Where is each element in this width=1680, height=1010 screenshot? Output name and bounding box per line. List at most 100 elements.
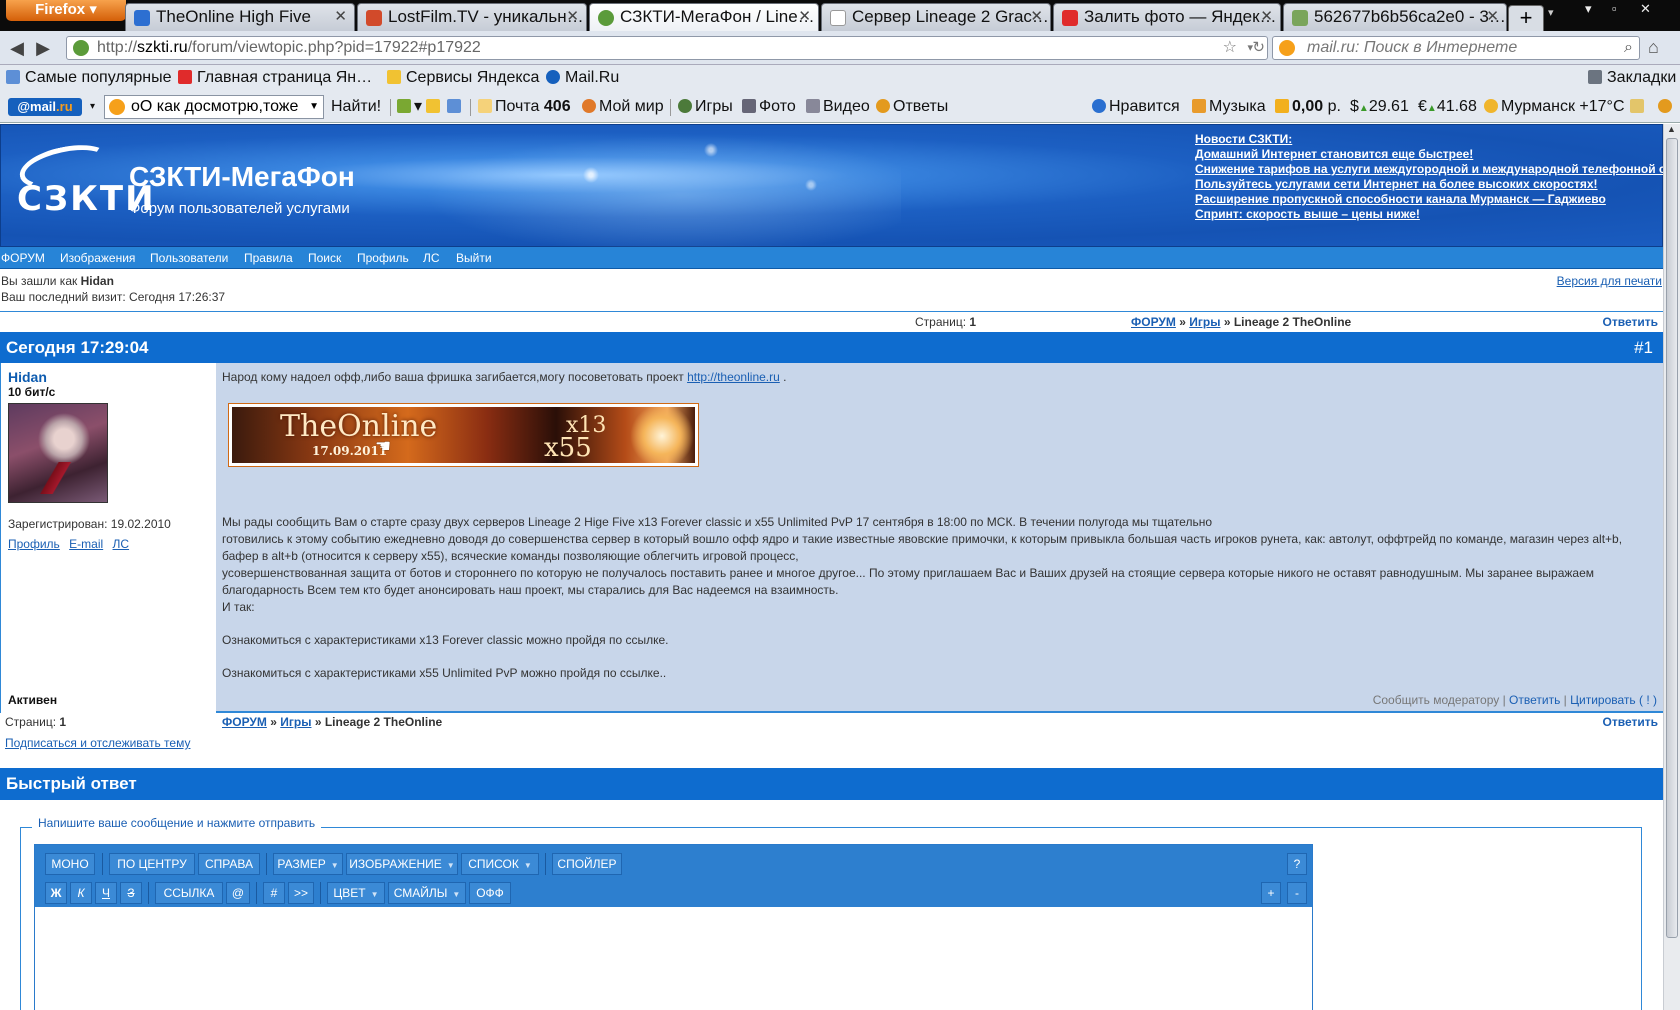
bookmarks-menu[interactable]: Закладки <box>1588 65 1676 91</box>
author-profile-link[interactable]: Профиль <box>8 537 60 551</box>
games-link[interactable]: Игры <box>678 91 733 123</box>
scroll-up-icon[interactable]: ▲ <box>1667 124 1676 134</box>
offtopic-button[interactable]: ОФФ <box>469 882 511 904</box>
subscribe-link[interactable]: Подписаться и отслеживать тему <box>5 736 190 750</box>
close-tab-icon[interactable]: ✕ <box>334 4 347 30</box>
find-button[interactable]: Найти! <box>331 91 381 123</box>
center-button[interactable]: ПО ЦЕНТРУ <box>109 853 195 875</box>
menu-item-users[interactable]: Пользователи <box>150 247 228 269</box>
bookmark-yandex-services[interactable]: Сервисы Яндекса <box>387 65 539 91</box>
firefox-menu-button[interactable]: Firefox ▾ <box>6 0 126 21</box>
news-title[interactable]: Новости СЗКТИ: <box>1195 132 1663 147</box>
breadcrumb-forum[interactable]: ФОРУМ <box>1131 315 1176 329</box>
enlarge-editor-button[interactable]: + <box>1261 882 1281 904</box>
post-external-link[interactable]: http://theonline.ru <box>687 370 780 384</box>
home-icon[interactable]: ⌂ <box>1648 37 1659 58</box>
report-moderator-link[interactable]: Сообщить модератору <box>1373 693 1500 707</box>
strike-button[interactable]: З <box>120 882 142 904</box>
bookmark-popular[interactable]: Самые популярные <box>6 65 171 91</box>
author-email-link[interactable]: E-mail <box>69 537 103 551</box>
minimize-icon[interactable]: ▾ <box>1585 1 1592 17</box>
smileys-dropdown[interactable]: СМАЙЛЫ ▼ <box>388 882 466 904</box>
mailru-menu-chevron-icon[interactable]: ▾ <box>90 91 95 123</box>
breadcrumb-games[interactable]: Игры <box>280 715 311 729</box>
size-dropdown[interactable]: РАЗМЕР ▼ <box>273 853 343 875</box>
restore-icon[interactable]: ▫ <box>1612 1 1617 16</box>
browser-tab-theonline[interactable]: TheOnline High Five ✕ <box>125 3 355 31</box>
back-arrow-icon[interactable]: ◀ <box>6 37 28 59</box>
author-name[interactable]: Hidan <box>8 369 47 385</box>
highlight-icon[interactable]: ▾ <box>397 91 422 123</box>
map-icon[interactable] <box>1630 91 1647 123</box>
help-button[interactable]: ? <box>1287 853 1307 875</box>
mailru-search-input[interactable]: оО как досмотрю,тоже ▼ <box>104 95 324 119</box>
email-tag-button[interactable]: @ <box>226 882 250 904</box>
promo-banner-image[interactable]: TheOnline 17.09.2011 x13 x55 <box>228 403 699 467</box>
search-magnifier-icon[interactable]: ⌕ <box>1624 37 1633 59</box>
page-scrollbar[interactable]: ▲ <box>1663 124 1680 1010</box>
reply-link-bottom[interactable]: Ответить <box>1603 715 1658 729</box>
likes-link[interactable]: Нравится <box>1092 91 1180 123</box>
mailru-search-dropdown-icon[interactable]: ▼ <box>309 96 319 118</box>
mailru-logo[interactable]: @mail.ru <box>8 98 82 116</box>
close-tab-icon[interactable]: ✕ <box>1486 4 1499 30</box>
image-dropdown[interactable]: ИЗОБРАЖЕНИЕ ▼ <box>346 853 458 875</box>
underline-button[interactable]: Ч <box>95 882 117 904</box>
browser-tab-image[interactable]: 562677b6b56ca2e0 - 3… ✕ <box>1283 3 1507 31</box>
post-quote-link[interactable]: Цитировать ( ! ) <box>1570 693 1657 707</box>
browser-tab-lineage-server[interactable]: Сервер Lineage 2 Grac… ✕ <box>821 3 1051 31</box>
browser-tab-lostfilm[interactable]: LostFilm.TV - уникальн… ✕ <box>357 3 587 31</box>
link-button[interactable]: ССЫЛКА <box>155 882 223 904</box>
search-input[interactable]: mail.ru: Поиск в Интернете ⌕ <box>1272 36 1640 60</box>
quote-tag-button[interactable]: >> <box>288 882 314 904</box>
code-button[interactable]: # <box>263 882 285 904</box>
breadcrumb-forum[interactable]: ФОРУМ <box>222 715 267 729</box>
news-item[interactable]: Расширение пропускной способности канала… <box>1195 192 1663 207</box>
browser-tab-szkti[interactable]: СЗКТИ-МегаФон / Line… ✕ <box>589 3 819 31</box>
news-item[interactable]: Пользуйтесь услугами сети Интернет на бо… <box>1195 177 1663 192</box>
shrink-editor-button[interactable]: - <box>1287 882 1307 904</box>
close-tab-icon[interactable]: ✕ <box>1030 4 1043 30</box>
menu-item-rules[interactable]: Правила <box>244 247 293 269</box>
news-item[interactable]: Домашний Интернет становится еще быстрее… <box>1195 147 1663 162</box>
message-textarea[interactable] <box>35 907 1312 1010</box>
photo-link[interactable]: Фото <box>742 91 796 123</box>
bookmark-mailru[interactable]: Mail.Ru <box>546 65 619 91</box>
spoiler-button[interactable]: СПОЙЛЕР <box>552 853 622 875</box>
menu-item-images[interactable]: Изображения <box>60 247 135 269</box>
news-item[interactable]: Спринт: скорость выше – цены ниже! <box>1195 207 1663 222</box>
reply-link-top[interactable]: Ответить <box>1603 312 1658 332</box>
menu-item-pm[interactable]: ЛС <box>423 247 440 269</box>
marker-icon[interactable] <box>426 91 443 123</box>
mail-link[interactable]: Почта 406 <box>478 91 571 123</box>
zoom-icon[interactable] <box>447 91 464 123</box>
usd-rate[interactable]: $▲29.61 <box>1350 91 1409 125</box>
breadcrumb-games[interactable]: Игры <box>1189 315 1220 329</box>
print-version-link[interactable]: Версия для печати <box>1557 273 1662 289</box>
news-item[interactable]: Снижение тарифов на услуги междугородной… <box>1195 162 1663 177</box>
myworld-link[interactable]: Мой мир <box>582 91 664 123</box>
menu-item-profile[interactable]: Профиль <box>357 247 409 269</box>
menu-item-logout[interactable]: Выйти <box>456 247 492 269</box>
browser-tab-yandex-foto[interactable]: Залить фото — Яндек… ✕ <box>1053 3 1281 31</box>
weather-widget[interactable]: Мурманск +17°C <box>1484 91 1625 123</box>
post-number[interactable]: #1 <box>1634 332 1653 363</box>
author-pm-link[interactable]: ЛС <box>113 537 130 551</box>
eur-rate[interactable]: €▲41.68 <box>1418 91 1477 125</box>
post-reply-link[interactable]: Ответить <box>1509 693 1560 707</box>
forward-arrow-icon[interactable]: ▶ <box>32 37 54 59</box>
list-dropdown[interactable]: СПИСОК ▼ <box>461 853 539 875</box>
right-align-button[interactable]: СПРАВА <box>198 853 260 875</box>
menu-item-search[interactable]: Поиск <box>308 247 341 269</box>
new-tab-button[interactable]: + <box>1508 5 1544 31</box>
mono-button[interactable]: МОНО <box>45 853 95 875</box>
reload-icon[interactable]: ↻ <box>1252 37 1265 59</box>
bold-button[interactable]: Ж <box>45 882 67 904</box>
video-link[interactable]: Видео <box>806 91 870 123</box>
close-tab-icon[interactable]: ✕ <box>1260 4 1273 30</box>
bookmark-star-icon[interactable]: ☆ <box>1223 37 1237 59</box>
menu-item-forum[interactable]: ФОРУМ <box>1 247 45 269</box>
color-dropdown[interactable]: ЦВЕТ ▼ <box>327 882 385 904</box>
bookmark-yandex-home[interactable]: Главная страница Ян… <box>178 65 372 91</box>
address-bar[interactable]: http://szkti.ru/forum/viewtopic.php?pid=… <box>66 36 1268 60</box>
